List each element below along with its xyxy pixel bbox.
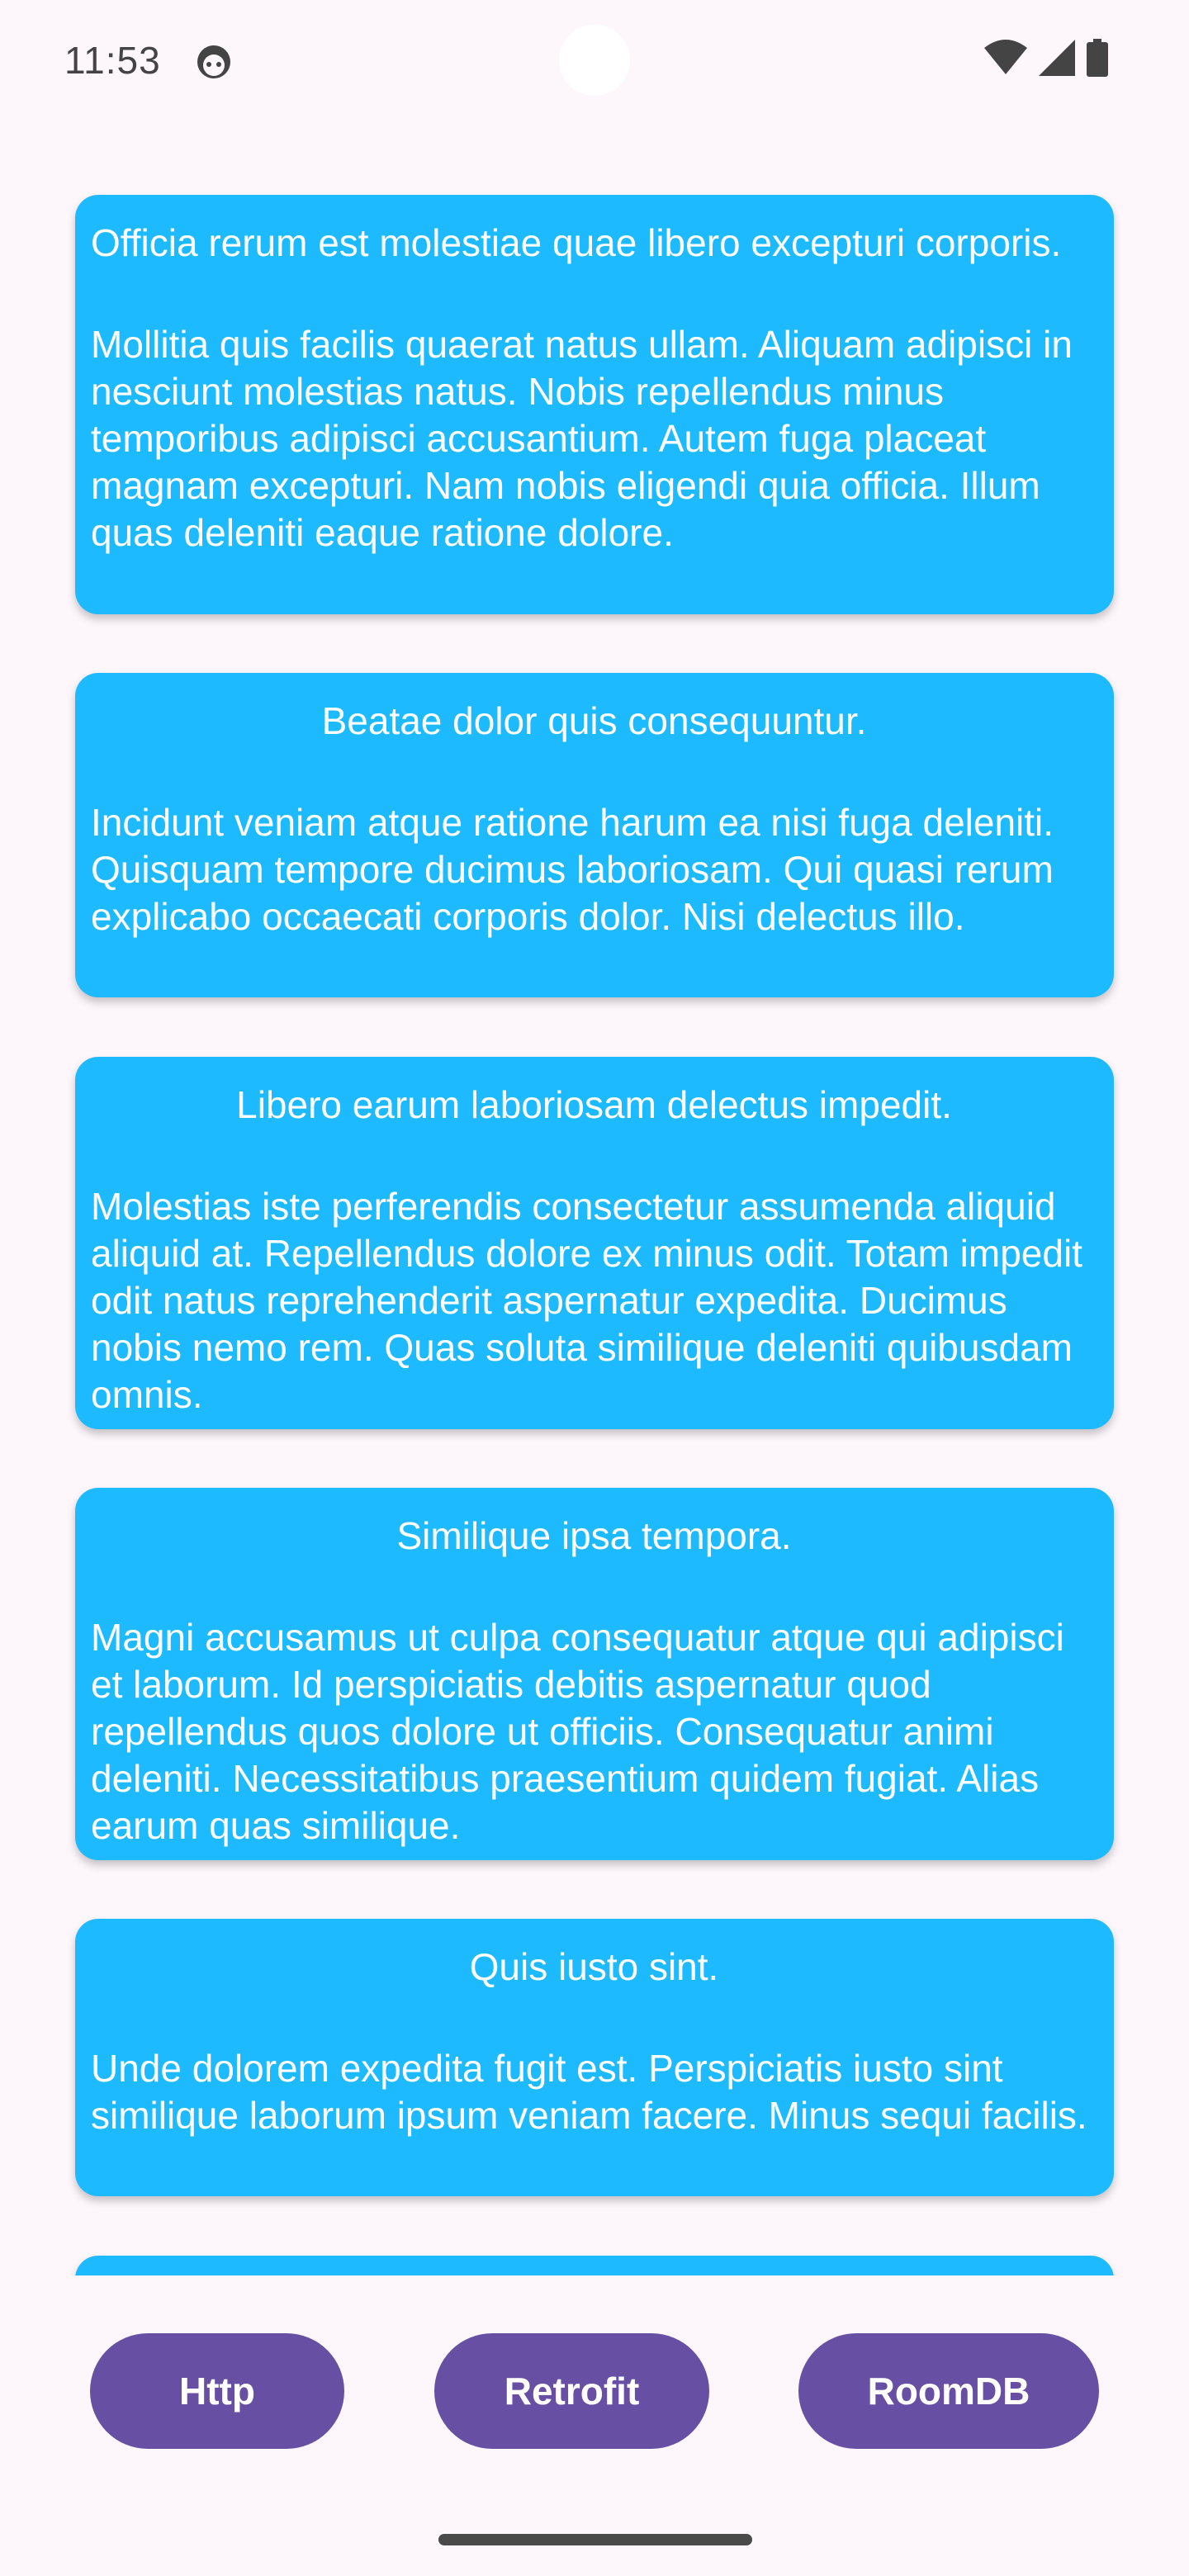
list-item[interactable]: Similique ipsa tempora. Magni accusamus … [75,1488,1114,1860]
card-title: Officia rerum est molestiae quae libero … [91,221,1062,264]
card-body: Molestias iste perferendis consectetur a… [91,1185,1082,1416]
card-title: Beatae dolor quis consequuntur. [321,699,867,742]
card-body: Incidunt veniam atque ratione harum ea n… [91,801,1054,938]
card-title: Similique ipsa tempora. [396,1514,792,1557]
card-title: Quis iusto sint. [469,1945,719,1988]
list-item[interactable] [75,2256,1114,2275]
list-item[interactable]: Officia rerum est molestiae quae libero … [75,195,1114,614]
card-body: Unde dolorem expedita fugit est. Perspic… [91,2047,1087,2137]
card-title [91,2256,1097,2275]
message-list[interactable]: Officia rerum est molestiae quae libero … [0,0,1189,2275]
retrofit-button[interactable]: Retrofit [434,2333,709,2449]
home-indicator[interactable] [438,2534,752,2545]
roomdb-button[interactable]: RoomDB [798,2333,1099,2449]
http-button[interactable]: Http [90,2333,344,2449]
bottom-action-bar: Http Retrofit RoomDB [0,2333,1189,2449]
list-item[interactable]: Libero earum laboriosam delectus impedit… [75,1057,1114,1429]
card-body: Mollitia quis facilis quaerat natus ulla… [91,323,1073,554]
list-item[interactable]: Quis iusto sint. Unde dolorem expedita f… [75,1919,1114,2196]
list-item[interactable]: Beatae dolor quis consequuntur. Incidunt… [75,673,1114,997]
card-body: Magni accusamus ut culpa consequatur atq… [91,1616,1064,1847]
card-title: Libero earum laboriosam delectus impedit… [236,1083,952,1126]
